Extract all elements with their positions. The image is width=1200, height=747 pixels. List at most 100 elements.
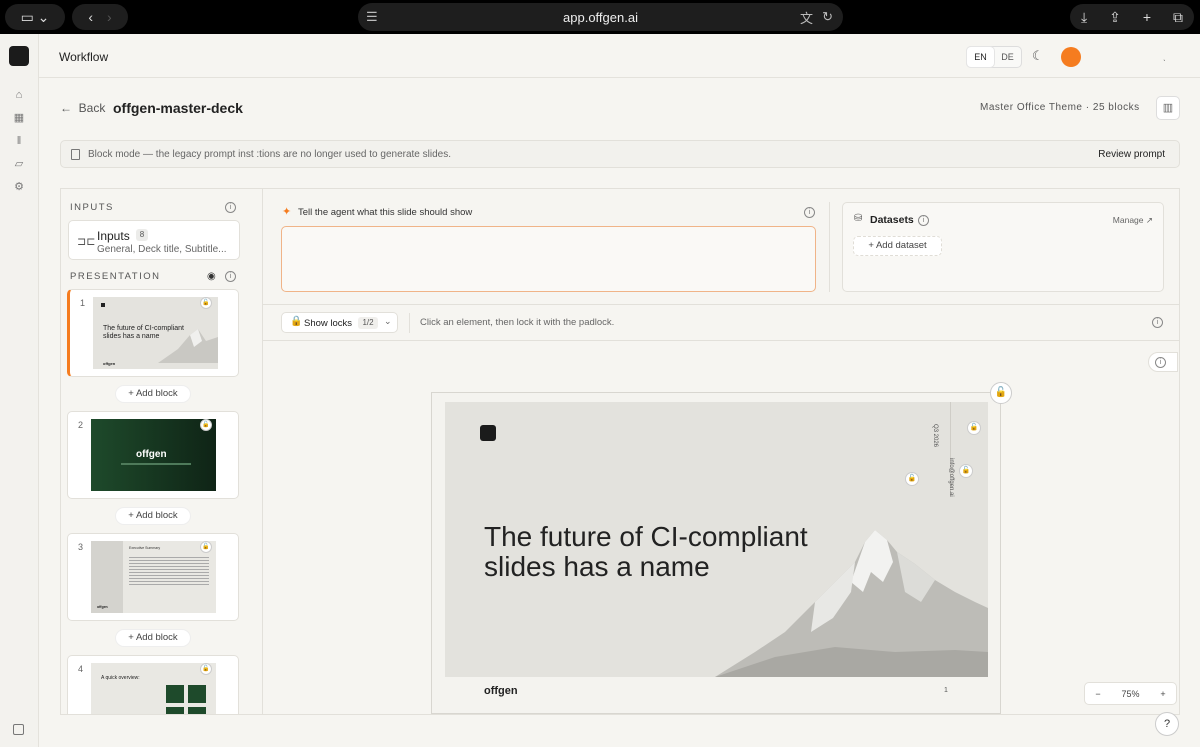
slide-preview-frame: The future of CI-compliant slides has a …: [431, 392, 1001, 714]
back-button[interactable]: ← Back: [60, 101, 105, 115]
sparkle-icon: ✦: [282, 206, 292, 218]
side-info-tab[interactable]: i: [1148, 352, 1178, 372]
panel-toggle-button[interactable]: ▥: [1156, 96, 1180, 120]
slide-contact[interactable]: info@offgen.ai: [948, 458, 954, 497]
mountain-image[interactable]: [715, 522, 988, 677]
lang-de-button[interactable]: DE: [994, 47, 1021, 67]
thumb-image: [91, 541, 123, 613]
show-locks-dropdown[interactable]: 🔒 Show locks 1/2 ⌄: [281, 312, 398, 333]
inputs-title: Inputs: [97, 229, 130, 243]
lock-icon[interactable]: 🔓: [905, 472, 919, 486]
info-icon[interactable]: i: [918, 215, 929, 226]
zoom-in-button[interactable]: +: [1160, 689, 1165, 699]
slide-logo[interactable]: [480, 425, 496, 441]
share-icon[interactable]: ⇪: [1109, 9, 1121, 26]
manage-link[interactable]: Manage ↗: [1113, 215, 1153, 226]
review-prompt-button[interactable]: Review prompt: [1098, 149, 1165, 160]
forward-arrow-icon[interactable]: ›: [107, 9, 112, 25]
slide-thumbnail: A quick overview:: [91, 663, 216, 714]
help-button[interactable]: ?: [1155, 712, 1179, 736]
address-bar[interactable]: ☰ app.offgen.ai 文 ↻: [358, 3, 843, 31]
translate-icon[interactable]: 文: [800, 8, 813, 27]
lock-icon[interactable]: 🔓: [200, 297, 212, 309]
slide-date[interactable]: Q3 2026: [932, 424, 938, 447]
home-icon[interactable]: ⌂: [12, 88, 26, 102]
inputs-count-badge: 8: [136, 229, 148, 241]
settings-icon[interactable]: ⚙: [12, 180, 26, 194]
lock-icon[interactable]: 🔓: [967, 421, 981, 435]
help-icon: ?: [1163, 718, 1171, 730]
slide-block-4[interactable]: 4 A quick overview: 🔓: [67, 655, 239, 714]
add-dataset-button[interactable]: + Add dataset: [853, 236, 942, 256]
info-icon[interactable]: i: [225, 202, 236, 213]
deck-title: offgen-master-deck: [113, 100, 243, 116]
info-icon[interactable]: i: [1152, 317, 1163, 328]
datasets-title: Datasets: [870, 214, 914, 226]
zoom-control: − 75% +: [1084, 682, 1177, 705]
slide-footer[interactable]: offgen 1: [445, 677, 988, 705]
slide-thumbnail: Executive Summary offgen: [91, 541, 216, 613]
lock-icon[interactable]: 🔓: [200, 541, 212, 553]
slide-brand[interactable]: offgen: [484, 685, 518, 697]
folder-icon[interactable]: ▱: [12, 157, 26, 171]
inputs-subtitle: General, Deck title, Subtitle...: [97, 244, 227, 255]
inputs-section-label: INPUTS: [70, 202, 114, 213]
zoom-out-button[interactable]: −: [1095, 689, 1100, 699]
slide-block-1[interactable]: 1 The future of CI-compliant slides has …: [67, 289, 239, 377]
lock-hint: Click an element, then lock it with the …: [420, 317, 615, 328]
slide-block-2[interactable]: 2 offgen 🔓: [67, 411, 239, 499]
info-icon[interactable]: i: [804, 207, 815, 218]
slide-page-number[interactable]: 1: [944, 687, 948, 694]
collapse-sidebar-icon[interactable]: [13, 724, 24, 735]
page-title: Workflow: [59, 50, 109, 64]
inputs-icon: ⊐⊏: [77, 236, 96, 248]
slide-thumbnail: offgen: [91, 419, 216, 491]
language-switch[interactable]: EN DE: [966, 46, 1022, 68]
lock-icon[interactable]: 🔓: [200, 663, 212, 675]
slide-canvas[interactable]: The future of CI-compliant slides has a …: [445, 402, 988, 677]
grid-icon[interactable]: ▦: [12, 111, 26, 125]
thumb-logo: [101, 303, 105, 307]
lock-icon[interactable]: 🔓: [959, 464, 973, 478]
notice-text: Block mode — the legacy prompt inst :tio…: [88, 149, 451, 160]
blocks-count: 25 blocks: [1092, 102, 1140, 113]
thumb-tile: [166, 707, 184, 714]
slide-number: 1: [80, 298, 86, 308]
dark-mode-icon[interactable]: ☾: [1032, 48, 1044, 64]
back-label: Back: [78, 101, 106, 115]
thumb-tile: [166, 685, 184, 703]
new-tab-icon[interactable]: +: [1143, 9, 1151, 25]
inputs-card[interactable]: ⊐⊏ Inputs 8 General, Deck title, Subtitl…: [68, 220, 240, 260]
external-link-icon: ↗: [1145, 215, 1153, 225]
lock-icon[interactable]: 🔓: [200, 419, 212, 431]
lang-en-button[interactable]: EN: [967, 47, 994, 67]
legacy-notice: Block mode — the legacy prompt inst :tio…: [60, 140, 1180, 168]
add-block-button[interactable]: + Add block: [115, 507, 191, 525]
divider: [409, 313, 410, 333]
download-icon[interactable]: ⤓: [1081, 9, 1087, 26]
info-icon[interactable]: i: [225, 271, 236, 282]
app-logo[interactable]: [9, 46, 29, 66]
back-arrow-icon[interactable]: ‹: [88, 9, 93, 25]
browser-toolbar: ▭ ⌄ ‹ › ☰ app.offgen.ai 文 ↻ ⤓ ⇪ + ⧉: [0, 0, 1200, 34]
slide-block-3[interactable]: 3 Executive Summary offgen 🔓: [67, 533, 239, 621]
lock-icon[interactable]: 🔓: [990, 382, 1012, 404]
slide-number: 3: [78, 542, 84, 552]
theme-name: Master Office Theme: [980, 102, 1083, 113]
tabs-icon[interactable]: ⧉: [1173, 9, 1183, 26]
eye-icon[interactable]: ◉: [207, 271, 216, 282]
avatar[interactable]: [1061, 47, 1081, 67]
presentation-section-label: PRESENTATION: [70, 271, 161, 282]
app-rail: ⌂ ▦ ‖ ▱ ⚙: [0, 34, 39, 747]
add-block-button[interactable]: + Add block: [115, 629, 191, 647]
library-icon[interactable]: ‖: [12, 134, 26, 148]
reader-icon[interactable]: ☰: [366, 9, 378, 25]
reload-icon[interactable]: ↻: [822, 9, 833, 25]
slide-prompt-input[interactable]: [281, 226, 816, 292]
nav-buttons[interactable]: ‹ ›: [72, 4, 128, 30]
add-block-button[interactable]: + Add block: [115, 385, 191, 403]
sidebar-toggle-button[interactable]: ▭ ⌄: [5, 4, 65, 30]
chevron-down-icon[interactable]: ˎ: [1163, 51, 1166, 61]
database-icon: ⛁: [854, 213, 863, 224]
info-icon: i: [1155, 357, 1166, 368]
